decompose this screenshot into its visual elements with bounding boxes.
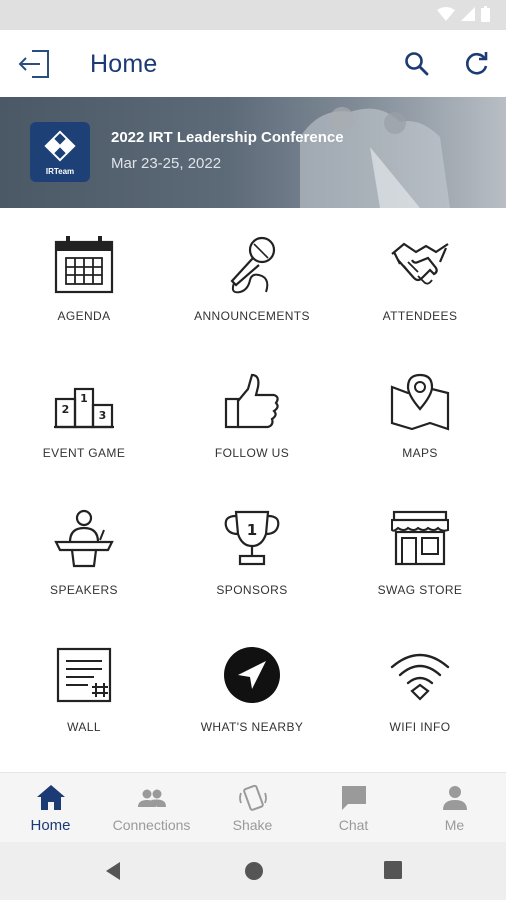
navigation-arrow-icon xyxy=(224,647,280,703)
speaker-podium-icon xyxy=(54,509,114,568)
menu-item-label: SPONSORS xyxy=(216,583,288,597)
page-title: Home xyxy=(90,50,158,78)
map-pin-icon xyxy=(390,373,450,431)
svg-text:1: 1 xyxy=(247,521,257,539)
status-icons xyxy=(437,6,490,22)
recents-square-icon[interactable] xyxy=(383,860,403,880)
menu-item-maps[interactable]: MAPS xyxy=(336,345,504,482)
nav-tab-label: Shake xyxy=(232,817,273,833)
wifi-icon xyxy=(390,653,450,701)
menu-item-label: WHAT'S NEARBY xyxy=(200,720,304,734)
system-navigation-bar xyxy=(0,842,506,900)
menu-item-label: MAPS xyxy=(402,446,438,460)
signal-status-icon xyxy=(461,7,475,21)
people-icon xyxy=(138,789,166,807)
app-bar: Home xyxy=(0,30,506,97)
nav-tab-label: Me xyxy=(444,817,465,833)
menu-item-label: SWAG STORE xyxy=(377,583,463,597)
menu-item-label: FOLLOW US xyxy=(214,446,290,460)
menu-item-sponsors[interactable]: 1 SPONSORS xyxy=(168,482,336,619)
search-icon[interactable] xyxy=(404,51,430,77)
menu-item-agenda[interactable]: AGENDA xyxy=(0,208,168,345)
menu-item-label: ATTENDEES xyxy=(382,309,458,323)
menu-item-attendees[interactable]: ATTENDEES xyxy=(336,208,504,345)
menu-item-wifi-info[interactable]: WIFI INFO xyxy=(336,619,504,756)
microphone-icon xyxy=(230,236,276,294)
menu-item-announcements[interactable]: ANNOUNCEMENTS xyxy=(168,208,336,345)
event-logo: IRTeam xyxy=(30,122,90,182)
menu-item-swag-store[interactable]: SWAG STORE xyxy=(336,482,504,619)
podium-icon: 1 2 3 xyxy=(54,387,114,429)
wall-post-icon xyxy=(56,647,112,703)
menu-item-wall[interactable]: WALL xyxy=(0,619,168,756)
nav-tab-home[interactable]: Home xyxy=(0,773,101,843)
nav-tab-connections[interactable]: Connections xyxy=(101,773,202,843)
menu-item-label: EVENT GAME xyxy=(42,446,126,460)
nav-tab-me[interactable]: Me xyxy=(404,773,505,843)
logo-text: IRTeam xyxy=(45,167,75,176)
home-menu-grid: AGENDA ANNOUNCEMENTS ATTENDEES 1 2 3 EVE… xyxy=(0,208,506,772)
status-bar xyxy=(0,0,506,30)
handshake-icon xyxy=(391,242,449,285)
logout-icon[interactable] xyxy=(18,48,52,80)
menu-item-follow-us[interactable]: FOLLOW US xyxy=(168,345,336,482)
nav-tab-label: Connections xyxy=(112,817,191,833)
home-circle-icon[interactable] xyxy=(243,860,265,882)
person-icon xyxy=(443,786,467,810)
menu-item-label: ANNOUNCEMENTS xyxy=(194,309,310,323)
nav-tab-label: Chat xyxy=(338,817,369,833)
home-icon xyxy=(37,785,65,810)
calendar-icon xyxy=(54,236,114,294)
shake-phone-icon xyxy=(239,784,267,811)
wifi-status-icon xyxy=(437,7,455,21)
menu-item-speakers[interactable]: SPEAKERS xyxy=(0,482,168,619)
nav-tab-label: Home xyxy=(30,817,71,834)
storefront-icon xyxy=(391,510,449,566)
trophy-icon: 1 xyxy=(224,510,280,566)
menu-item-label: SPEAKERS xyxy=(50,583,118,597)
nav-tab-chat[interactable]: Chat xyxy=(303,773,404,843)
thumbs-up-icon xyxy=(224,373,279,429)
menu-item-whats-nearby[interactable]: WHAT'S NEARBY xyxy=(168,619,336,756)
event-title: 2022 IRT Leadership Conference xyxy=(111,129,344,146)
chat-icon xyxy=(342,786,366,810)
event-banner[interactable]: IRTeam 2022 IRT Leadership Conference Ma… xyxy=(0,97,506,208)
bottom-navigation: Home Connections Shake Chat Me xyxy=(0,772,506,842)
menu-item-label: WIFI INFO xyxy=(389,720,451,734)
battery-status-icon xyxy=(481,6,490,22)
menu-item-event-game[interactable]: 1 2 3 EVENT GAME xyxy=(0,345,168,482)
svg-text:3: 3 xyxy=(99,409,107,422)
nav-tab-shake[interactable]: Shake xyxy=(202,773,303,843)
svg-text:1: 1 xyxy=(80,392,88,405)
svg-text:2: 2 xyxy=(62,403,70,416)
menu-item-label: WALL xyxy=(67,720,101,734)
event-dates: Mar 23-25, 2022 xyxy=(111,155,222,172)
refresh-icon[interactable] xyxy=(464,51,490,77)
back-icon[interactable] xyxy=(102,860,124,882)
menu-item-label: AGENDA xyxy=(57,309,111,323)
